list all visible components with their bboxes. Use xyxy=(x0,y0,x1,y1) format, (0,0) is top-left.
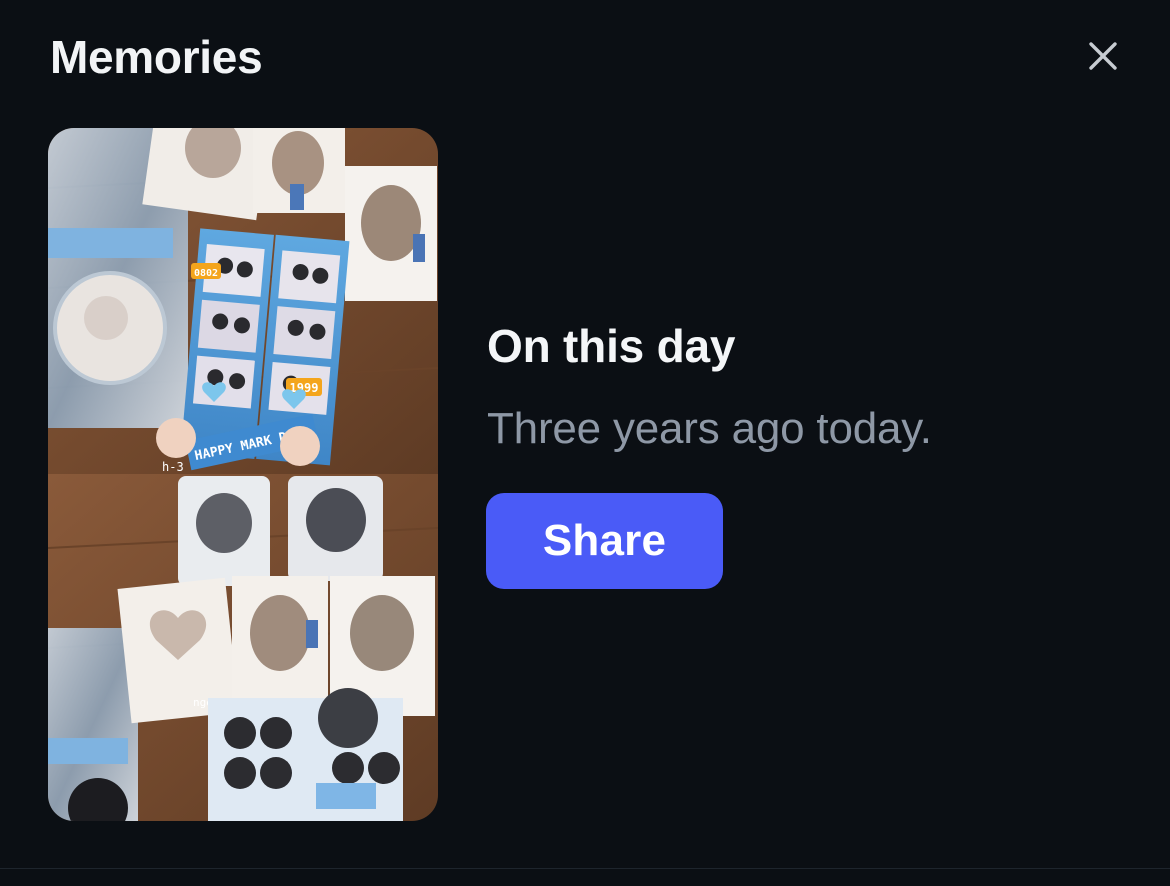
memory-photo-collage: 0802 1999 HAPPY MARK DAY! h-3 xyxy=(48,128,438,821)
collage-bottom-photo: ngezoom amaay xyxy=(48,474,438,821)
share-button[interactable]: Share xyxy=(486,493,723,589)
memory-title: On this day xyxy=(487,320,736,372)
top-caption: h-3 xyxy=(162,460,184,474)
close-button[interactable] xyxy=(1080,33,1126,79)
memory-thumbnail[interactable]: 0802 1999 HAPPY MARK DAY! h-3 xyxy=(48,128,438,821)
close-icon xyxy=(1089,42,1117,70)
collage-top-photo: 0802 1999 HAPPY MARK DAY! h-3 xyxy=(48,128,438,474)
divider xyxy=(0,868,1170,869)
page-title: Memories xyxy=(50,31,263,83)
memory-subtitle: Three years ago today. xyxy=(487,404,932,453)
badge-0802-text: 0802 xyxy=(194,268,218,279)
